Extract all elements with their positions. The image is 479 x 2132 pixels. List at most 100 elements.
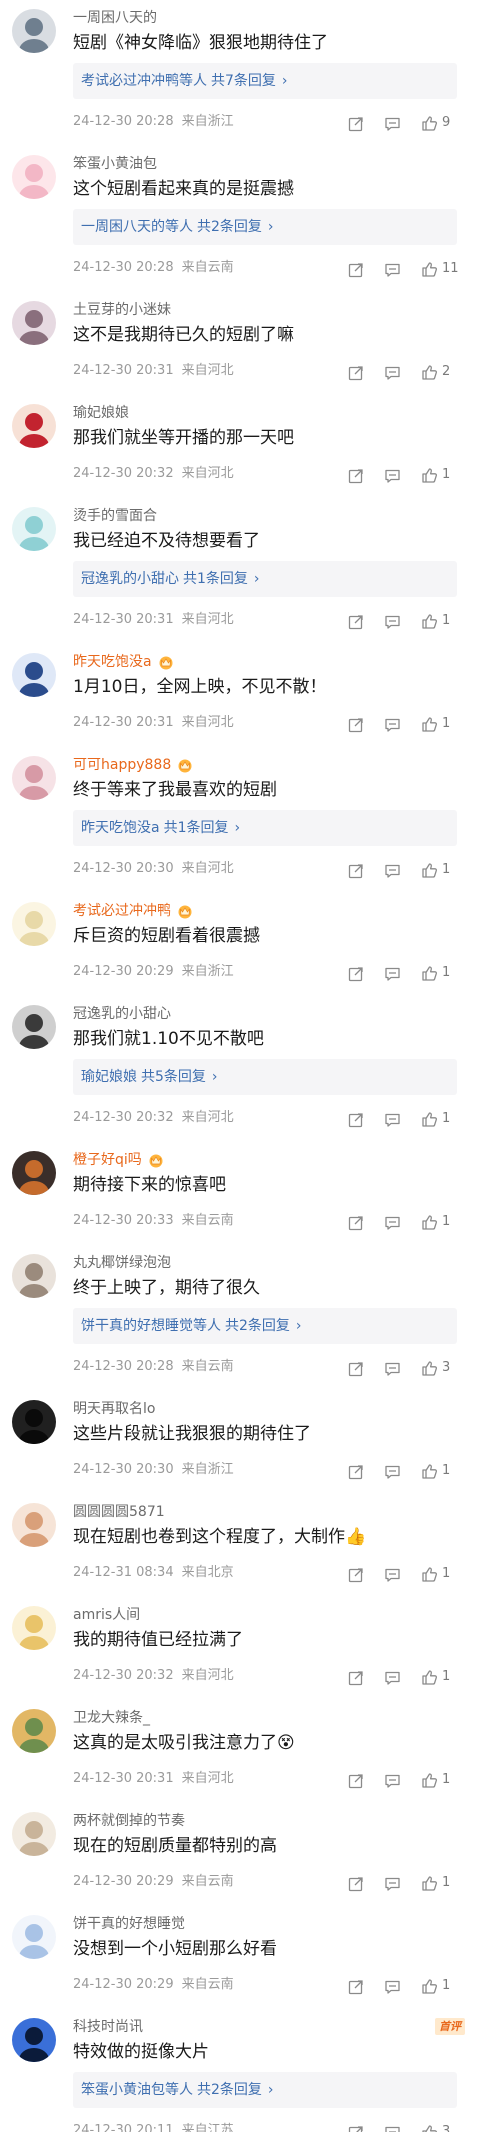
avatar[interactable]	[12, 9, 56, 53]
reply-names[interactable]: 饼干真的好想睡觉	[81, 1318, 193, 1334]
username[interactable]: 可可happy888	[73, 755, 194, 775]
like-button[interactable]: 3	[421, 1358, 450, 1378]
reply-summary[interactable]: 昨天吃饱没a 共1条回复 ›	[73, 810, 457, 846]
like-button[interactable]: 1	[421, 1770, 450, 1790]
avatar[interactable]	[12, 2018, 56, 2062]
like-button[interactable]: 1	[421, 963, 450, 983]
username[interactable]: 科技时尚讯	[73, 2017, 143, 2037]
like-button[interactable]: 1	[421, 1976, 450, 1996]
avatar[interactable]	[12, 902, 56, 946]
reply-count[interactable]: 共5条回复	[141, 1069, 206, 1085]
avatar[interactable]	[12, 155, 56, 199]
reply-names[interactable]: 一周困八天的	[81, 219, 165, 235]
comment-icon[interactable]	[384, 1359, 401, 1379]
like-button[interactable]: 1	[421, 1667, 450, 1687]
avatar[interactable]	[12, 1915, 56, 1959]
reply-count[interactable]: 共1条回复	[183, 571, 248, 587]
share-icon[interactable]	[348, 114, 364, 134]
reply-summary[interactable]: 笨蛋小黄油包等人 共2条回复 ›	[73, 2072, 457, 2108]
like-button[interactable]: 1	[421, 714, 450, 734]
reply-summary[interactable]: 一周困八天的等人 共2条回复 ›	[73, 209, 457, 245]
share-icon[interactable]	[348, 1771, 364, 1791]
share-icon[interactable]	[348, 612, 364, 632]
comment-icon[interactable]	[384, 466, 401, 486]
comment-icon[interactable]	[384, 1668, 401, 1688]
reply-names[interactable]: 笨蛋小黄油包	[81, 2082, 165, 2098]
username[interactable]: 笨蛋小黄油包	[73, 154, 157, 174]
share-icon[interactable]	[348, 260, 364, 280]
comment-icon[interactable]	[384, 2123, 401, 2132]
username[interactable]: 烫手的雪面合	[73, 506, 157, 526]
like-button[interactable]: 1	[421, 1564, 450, 1584]
avatar[interactable]	[12, 507, 56, 551]
share-icon[interactable]	[348, 363, 364, 383]
username[interactable]: 圆圆圆圆5871	[73, 1502, 165, 1522]
like-button[interactable]: 1	[421, 1461, 450, 1481]
comment-icon[interactable]	[384, 1977, 401, 1997]
reply-count[interactable]: 共2条回复	[197, 219, 262, 235]
reply-names[interactable]: 昨天吃饱没a	[81, 820, 160, 836]
username[interactable]: 考试必过冲冲鸭	[73, 901, 194, 921]
username[interactable]: 丸丸椰饼绿泡泡	[73, 1253, 171, 1273]
username[interactable]: 饼干真的好想睡觉	[73, 1914, 185, 1934]
comment-icon[interactable]	[384, 1110, 401, 1130]
username[interactable]: 卫龙大辣条_	[73, 1708, 150, 1728]
username[interactable]: 两杯就倒掉的节奏	[73, 1811, 185, 1831]
comment-icon[interactable]	[384, 715, 401, 735]
share-icon[interactable]	[348, 466, 364, 486]
avatar[interactable]	[12, 301, 56, 345]
comment-icon[interactable]	[384, 1213, 401, 1233]
comment-icon[interactable]	[384, 1771, 401, 1791]
share-icon[interactable]	[348, 2123, 364, 2132]
comment-icon[interactable]	[384, 1874, 401, 1894]
like-button[interactable]: 1	[421, 1212, 450, 1232]
like-button[interactable]: 11	[421, 259, 459, 279]
share-icon[interactable]	[348, 1462, 364, 1482]
avatar[interactable]	[12, 1005, 56, 1049]
comment-icon[interactable]	[384, 1565, 401, 1585]
avatar[interactable]	[12, 1400, 56, 1444]
reply-names[interactable]: 瑜妃娘娘	[81, 1069, 137, 1085]
reply-names[interactable]: 考试必过冲冲鸭	[81, 73, 179, 89]
username[interactable]: 昨天吃饱没a	[73, 652, 175, 672]
username[interactable]: 瑜妃娘娘	[73, 403, 129, 423]
username[interactable]: 土豆芽的小迷妹	[73, 300, 171, 320]
like-button[interactable]: 3	[421, 2122, 450, 2132]
avatar[interactable]	[12, 1151, 56, 1195]
reply-summary[interactable]: 瑜妃娘娘 共5条回复 ›	[73, 1059, 457, 1095]
share-icon[interactable]	[348, 715, 364, 735]
like-button[interactable]: 1	[421, 611, 450, 631]
share-icon[interactable]	[348, 1565, 364, 1585]
like-button[interactable]: 9	[421, 113, 450, 133]
avatar[interactable]	[12, 1606, 56, 1650]
share-icon[interactable]	[348, 1359, 364, 1379]
username[interactable]: 冠逸乳的小甜心	[73, 1004, 171, 1024]
share-icon[interactable]	[348, 1668, 364, 1688]
share-icon[interactable]	[348, 1977, 364, 1997]
avatar[interactable]	[12, 1254, 56, 1298]
reply-summary[interactable]: 饼干真的好想睡觉等人 共2条回复 ›	[73, 1308, 457, 1344]
avatar[interactable]	[12, 404, 56, 448]
comment-icon[interactable]	[384, 964, 401, 984]
avatar[interactable]	[12, 1503, 56, 1547]
username[interactable]: amris人间	[73, 1605, 140, 1625]
username[interactable]: 一周困八天的	[73, 8, 157, 28]
comment-icon[interactable]	[384, 114, 401, 134]
like-button[interactable]: 1	[421, 1109, 450, 1129]
comment-icon[interactable]	[384, 1462, 401, 1482]
username[interactable]: 橙子好qi吗	[73, 1150, 165, 1170]
share-icon[interactable]	[348, 1213, 364, 1233]
reply-count[interactable]: 共2条回复	[225, 1318, 290, 1334]
comment-icon[interactable]	[384, 612, 401, 632]
avatar[interactable]	[12, 756, 56, 800]
like-button[interactable]: 1	[421, 860, 450, 880]
reply-count[interactable]: 共7条回复	[211, 73, 276, 89]
like-button[interactable]: 1	[421, 465, 450, 485]
reply-count[interactable]: 共1条回复	[164, 820, 229, 836]
share-icon[interactable]	[348, 861, 364, 881]
like-button[interactable]: 2	[421, 362, 450, 382]
avatar[interactable]	[12, 1812, 56, 1856]
share-icon[interactable]	[348, 964, 364, 984]
share-icon[interactable]	[348, 1110, 364, 1130]
avatar[interactable]	[12, 1709, 56, 1753]
